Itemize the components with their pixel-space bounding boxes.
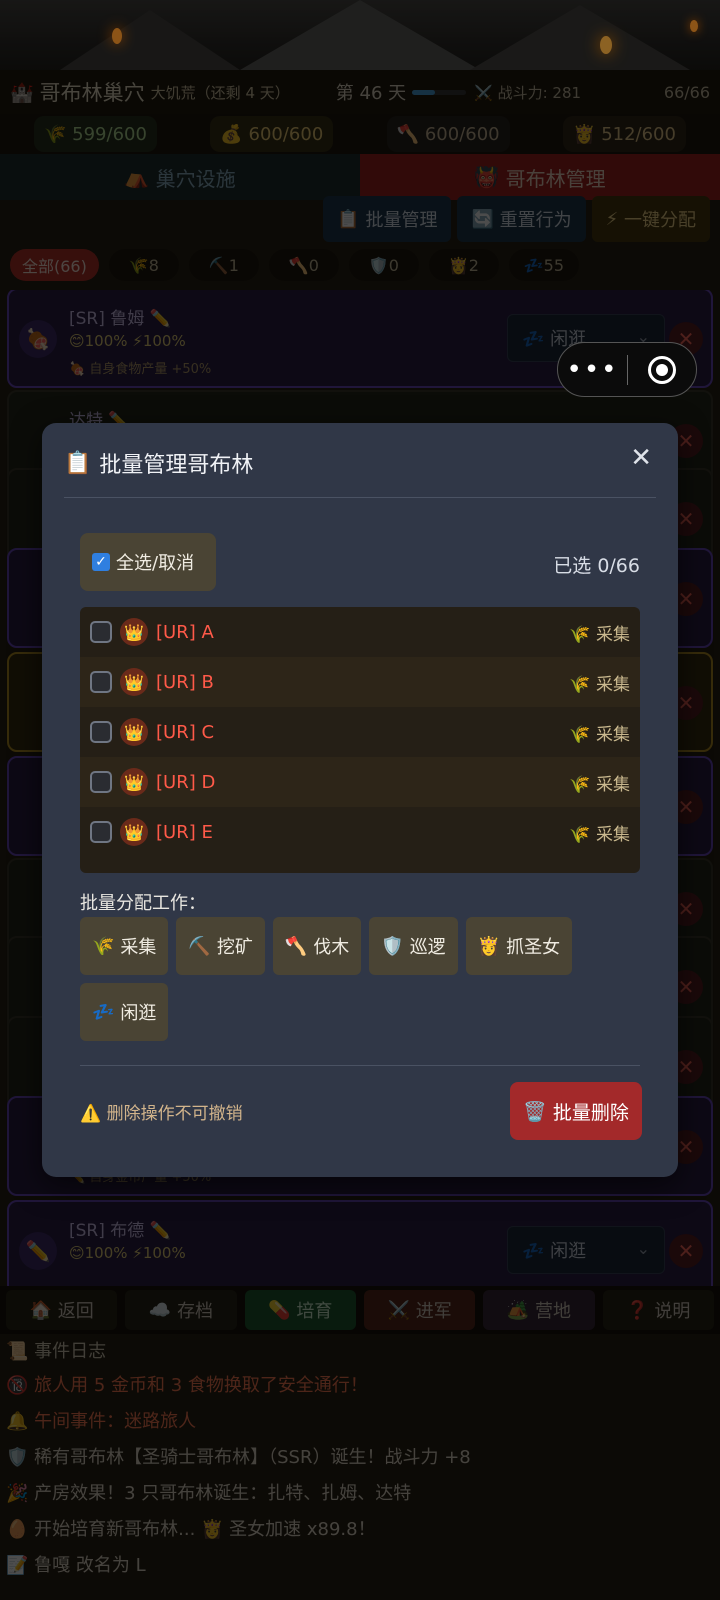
goblin-name: [UR] E [156, 821, 213, 843]
maiden-icon: 👸 [477, 935, 501, 957]
batch-delete-button[interactable]: 🗑️ 批量删除 [510, 1082, 642, 1140]
shield-icon: 🛡️ [381, 935, 404, 957]
job-buttons: 🌾 采集 ⛏️ 挖矿 🪓 伐木 🛡️ 巡逻 👸 抓圣女 💤 闲逛 [80, 917, 640, 1041]
checkbox[interactable] [90, 621, 112, 643]
more-menu-button[interactable]: ••• [558, 355, 627, 385]
crown-icon: 👑 [120, 818, 148, 846]
crown-icon: 👑 [120, 618, 148, 646]
batch-assign-label: 批量分配工作： [80, 893, 206, 914]
modal-header: 📋 批量管理哥布林 [64, 447, 253, 479]
checkbox[interactable] [90, 821, 112, 843]
target-icon [647, 355, 676, 384]
checkbox[interactable] [90, 771, 112, 793]
checkbox[interactable] [90, 671, 112, 693]
select-all-label: 全选/取消 [116, 553, 195, 574]
sleep-icon: 💤 [92, 1001, 115, 1023]
selected-count: 已选 0/66 [553, 555, 640, 577]
select-all-button[interactable]: ✓ 全选/取消 [80, 533, 216, 591]
checkbox[interactable] [90, 721, 112, 743]
goblin-job: 🌾 采集 [569, 724, 630, 745]
close-miniprogram-button[interactable] [628, 355, 696, 384]
goblin-name: [UR] A [156, 621, 214, 643]
assign-gather-button[interactable]: 🌾 采集 [80, 917, 169, 975]
wheat-icon: 🌾 [92, 935, 115, 957]
list-item[interactable]: 👑 [UR] E 🌾 采集 [80, 807, 640, 857]
close-icon[interactable]: ✕ [630, 443, 652, 473]
list-item[interactable]: 👑 [UR] C 🌾 采集 [80, 707, 640, 757]
axe-icon: 🪓 [284, 935, 308, 957]
list-item[interactable]: 👑 [UR] D 🌾 采集 [80, 757, 640, 807]
delete-warning: ⚠️ 删除操作不可撤销 [80, 1104, 243, 1124]
goblin-job: 🌾 采集 [569, 624, 630, 645]
trash-icon: 🗑️ [523, 1100, 547, 1123]
goblin-name: [UR] D [156, 771, 216, 793]
modal-title: 批量管理哥布林 [99, 453, 254, 478]
goblin-job: 🌾 采集 [569, 824, 630, 845]
list-item[interactable]: 👑 [UR] A 🌾 采集 [80, 607, 640, 657]
miniprogram-capsule: ••• [557, 342, 697, 397]
clipboard-icon: 📋 [64, 450, 92, 476]
checkbox-checked-icon: ✓ [92, 553, 110, 571]
goblin-name: [UR] C [156, 721, 215, 743]
goblin-job: 🌾 采集 [569, 674, 630, 695]
goblin-name: [UR] B [156, 671, 214, 693]
pickaxe-icon: ⛏️ [188, 935, 211, 957]
batch-manage-modal: 📋 批量管理哥布林 ✕ ✓ 全选/取消 已选 0/66 👑 [UR] A 🌾 采… [42, 423, 678, 1177]
assign-patrol-button[interactable]: 🛡️ 巡逻 [369, 917, 458, 975]
assign-maiden-button[interactable]: 👸 抓圣女 [465, 917, 573, 975]
assign-mine-button[interactable]: ⛏️ 挖矿 [176, 917, 265, 975]
goblin-select-list: 👑 [UR] A 🌾 采集 👑 [UR] B 🌾 采集 👑 [UR] C 🌾 采… [80, 607, 640, 873]
divider [80, 1065, 640, 1066]
list-item[interactable]: 👑 [UR] B 🌾 采集 [80, 657, 640, 707]
crown-icon: 👑 [120, 768, 148, 796]
crown-icon: 👑 [120, 668, 148, 696]
assign-idle-button[interactable]: 💤 闲逛 [80, 983, 169, 1041]
goblin-job: 🌾 采集 [569, 774, 630, 795]
assign-wood-button[interactable]: 🪓 伐木 [272, 917, 362, 975]
divider [64, 497, 656, 498]
crown-icon: 👑 [120, 718, 148, 746]
